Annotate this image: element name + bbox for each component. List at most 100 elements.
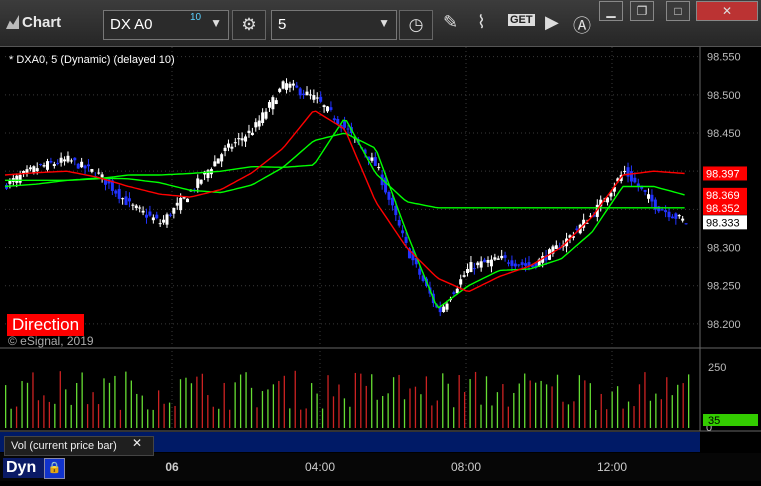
price-bar: [459, 279, 463, 285]
price-bar: [18, 174, 22, 183]
price-bar: [664, 210, 668, 213]
volume-bar: [442, 373, 444, 428]
price-bar: [302, 93, 306, 96]
volume-bar: [185, 377, 187, 428]
price-tags: 98.397 98.36998.352 98.333: [703, 166, 747, 230]
volume-bar: [76, 383, 78, 428]
price-bar: [493, 257, 497, 260]
play-icon[interactable]: ▶: [545, 12, 559, 33]
volume-bar: [535, 382, 537, 428]
price-bar: [670, 216, 674, 219]
close-icon[interactable]: ✕: [132, 436, 142, 450]
price-bar: [168, 214, 172, 216]
price-bar: [483, 259, 487, 263]
price-bar: [401, 230, 405, 234]
volume-bar: [469, 379, 471, 428]
volume-bar: [223, 382, 225, 428]
price-bar: [155, 214, 159, 219]
price-bar: [42, 165, 46, 167]
price-bar: [336, 118, 340, 125]
price-bar: [100, 174, 104, 178]
price-bar: [387, 192, 391, 200]
volume-bar: [190, 383, 193, 428]
restore-icon[interactable]: ❐: [630, 1, 654, 21]
price-bar: [86, 164, 90, 167]
volume-bar: [414, 386, 417, 428]
volume-bar: [250, 387, 253, 428]
volume-bar: [540, 380, 542, 428]
time-axis: 06 04:00 08:00 12:00: [0, 453, 761, 481]
price-bar: [332, 118, 336, 121]
price-bar: [517, 264, 521, 266]
price-bar: [445, 303, 449, 310]
price-bar: [667, 211, 671, 218]
volume-bar: [633, 406, 635, 428]
price-bar: [298, 88, 302, 96]
interval-field[interactable]: 5 ▼: [271, 10, 397, 40]
maximize-icon[interactable]: □: [666, 1, 690, 21]
price-tag-label: 98.333: [706, 217, 740, 229]
price-bar: [32, 166, 36, 173]
get-icon[interactable]: GET: [508, 14, 535, 26]
volume-bar: [92, 392, 94, 428]
volume-bar: [163, 403, 165, 428]
volume-bar: [141, 395, 143, 428]
price-bar: [179, 197, 183, 211]
alert-icon[interactable]: Ⓐ: [573, 12, 591, 38]
price-bar: [15, 175, 19, 183]
study-icon[interactable]: ⌇: [477, 12, 486, 33]
volume-bar: [425, 376, 428, 428]
price-bar: [196, 178, 200, 188]
price-bar: [633, 177, 637, 183]
chart-area[interactable]: 98.55098.50098.45098.40098.35098.30098.2…: [0, 47, 761, 481]
volume-bar: [168, 402, 171, 428]
settings-gear-icon[interactable]: ⚙: [232, 10, 266, 40]
price-bar: [660, 209, 664, 211]
price-bar: [452, 292, 456, 295]
price-bar: [575, 228, 579, 230]
price-bar: [466, 268, 470, 273]
price-chart[interactable]: 98.55098.50098.45098.40098.35098.30098.2…: [0, 47, 761, 481]
pencil-icon[interactable]: ✎: [443, 12, 458, 33]
volume-bar: [682, 383, 684, 428]
volume-bar: [485, 376, 488, 428]
price-bar: [63, 159, 67, 162]
volume-bar: [688, 374, 690, 428]
volume-bar: [584, 380, 586, 428]
volume-bar: [321, 408, 324, 428]
chevron-down-icon[interactable]: ▼: [210, 16, 222, 30]
close-icon[interactable]: ✕: [696, 1, 758, 21]
price-bar: [52, 164, 56, 167]
volume-bar: [387, 393, 389, 428]
price-bar: [83, 165, 87, 169]
price-tick-label: 98.550: [707, 52, 741, 64]
lock-icon[interactable]: 🔒: [44, 458, 65, 479]
volume-bar: [229, 409, 231, 428]
dynamic-mode-badge[interactable]: Dyn: [3, 458, 46, 478]
price-bar: [151, 217, 155, 221]
price-bar: [124, 196, 128, 205]
volume-bar: [431, 405, 433, 428]
price-tag-label: 98.352: [706, 203, 740, 215]
volume-bar: [119, 409, 122, 428]
volume-bar: [294, 370, 296, 428]
price-bar: [250, 132, 254, 136]
volume-bar: [152, 409, 154, 428]
price-bar: [370, 157, 374, 161]
direction-label: Direction: [7, 314, 85, 336]
price-bar: [326, 106, 330, 112]
price-bar: [291, 83, 295, 86]
volume-bar: [267, 389, 269, 428]
time-tick-label: 06: [165, 460, 179, 474]
symbol-field[interactable]: DX A0 10 ▼: [103, 10, 229, 40]
chevron-down-icon[interactable]: ▼: [378, 16, 390, 30]
volume-bar: [649, 400, 652, 428]
volume-bar: [261, 391, 264, 428]
volume-bar: [595, 409, 597, 428]
clock-icon[interactable]: ◷: [399, 10, 433, 40]
volume-bar: [15, 406, 18, 428]
volume-bar: [491, 405, 493, 428]
volume-bar: [70, 404, 72, 428]
volume-bar: [627, 401, 630, 428]
minimize-icon[interactable]: ▁: [599, 1, 623, 21]
